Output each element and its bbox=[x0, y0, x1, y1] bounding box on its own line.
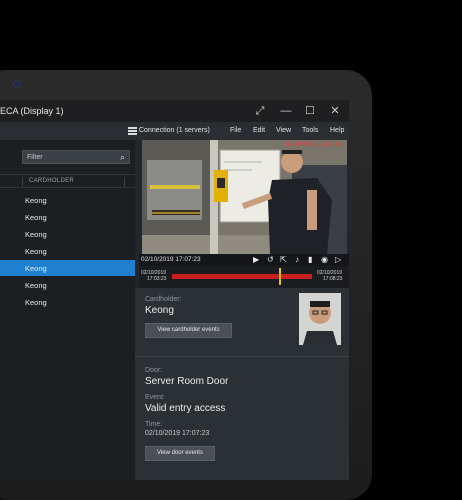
audio-icon[interactable]: ♪ bbox=[295, 255, 299, 264]
event-time: 02/10/2019 17:07:23 bbox=[145, 430, 210, 437]
maximize-icon[interactable]: ☐ bbox=[303, 104, 317, 118]
timeline-track[interactable] bbox=[172, 274, 312, 279]
menu-file[interactable]: File bbox=[230, 127, 241, 134]
table-row[interactable]: Keong bbox=[0, 226, 135, 242]
cardholder-name: Keong bbox=[25, 230, 47, 239]
table-row[interactable]: Keong bbox=[0, 277, 135, 293]
event-label: Event: bbox=[145, 394, 165, 401]
filter-input[interactable]: Filter ⌕ bbox=[22, 150, 130, 164]
column-header-cardholder[interactable]: CARDHOLDER bbox=[29, 178, 74, 184]
bookmark-icon[interactable]: ▮ bbox=[308, 255, 312, 264]
camera-scene bbox=[142, 140, 347, 254]
close-icon[interactable]: ✕ bbox=[328, 104, 342, 118]
view-cardholder-events-button[interactable]: View cardholder events bbox=[145, 323, 232, 338]
table-row[interactable]: Keong bbox=[0, 294, 135, 310]
cardholder-name: Keong bbox=[25, 298, 47, 307]
column-divider bbox=[22, 177, 23, 187]
playback-datetime: 02/10/2019 17:07:23 bbox=[141, 256, 201, 263]
table-row[interactable]: Keong bbox=[0, 192, 135, 208]
menu-help[interactable]: Help bbox=[330, 127, 344, 134]
timeline[interactable]: 02/10/2019 17:03:23 02/10/2019 17:08:23 bbox=[139, 266, 349, 288]
view-door-events-button[interactable]: View door events bbox=[145, 446, 215, 461]
connection-status[interactable]: Connection (1 servers) bbox=[139, 127, 210, 134]
search-icon[interactable]: ⌕ bbox=[120, 152, 125, 163]
fullscreen-icon[interactable]: ⤢ bbox=[253, 104, 267, 118]
stack-icon bbox=[128, 127, 137, 137]
timeline-end-time: 17:08:23 bbox=[323, 276, 343, 282]
video-mode-icon[interactable]: ▷ bbox=[335, 255, 341, 264]
webcam-icon bbox=[14, 81, 20, 87]
snapshot-icon[interactable]: ◉ bbox=[321, 255, 328, 264]
timeline-cursor[interactable] bbox=[279, 268, 281, 285]
table-header: CARDHOLDER bbox=[0, 174, 135, 188]
door-name: Server Room Door bbox=[145, 376, 229, 387]
cardholder-photo bbox=[299, 293, 341, 345]
timeline-start: 02/10/2019 17:03:23 bbox=[141, 270, 166, 282]
table-row-selected[interactable]: Keong bbox=[0, 260, 135, 276]
menu-view[interactable]: View bbox=[276, 127, 291, 134]
app-window: ECA (Display 1) ⤢ — ☐ ✕ Connection (1 se… bbox=[0, 100, 349, 480]
menu-edit[interactable]: Edit bbox=[253, 127, 265, 134]
filter-placeholder: Filter bbox=[27, 154, 43, 161]
cardholder-name: Keong bbox=[25, 196, 47, 205]
playback-controls: 02/10/2019 17:07:23 ▶ ↺ ⇱ ♪ ▮ ◉ ▷ bbox=[139, 254, 349, 266]
window-title: ECA (Display 1) bbox=[0, 106, 64, 116]
cardholder-name: Keong bbox=[25, 281, 47, 290]
playback-time: 17:07:23 bbox=[175, 256, 201, 263]
video-feed[interactable]: 02/10/2019 17:07:24 bbox=[142, 140, 347, 254]
table-row[interactable]: Keong bbox=[0, 243, 135, 259]
minimize-icon[interactable]: — bbox=[279, 104, 293, 118]
table-row[interactable]: Keong bbox=[0, 209, 135, 225]
cardholder-label: Cardholder: bbox=[145, 296, 182, 303]
menu-bar: Connection (1 servers) File Edit View To… bbox=[0, 122, 349, 140]
timeline-end: 02/10/2019 17:08:23 bbox=[317, 270, 342, 282]
title-bar: ECA (Display 1) ⤢ — ☐ ✕ bbox=[0, 100, 349, 122]
event-details: Cardholder: Keong View cardholder events… bbox=[135, 288, 349, 480]
playback-date: 02/10/2019 bbox=[141, 256, 174, 263]
rewind-icon[interactable]: ↺ bbox=[267, 255, 274, 264]
timeline-start-time: 17:03:23 bbox=[147, 276, 167, 282]
cardholder-name: Keong bbox=[25, 213, 47, 222]
play-icon[interactable]: ▶ bbox=[253, 255, 259, 264]
column-divider bbox=[124, 177, 125, 187]
cardholder-name: Keong bbox=[145, 305, 174, 316]
cardholder-name: Keong bbox=[25, 247, 47, 256]
menu-tools[interactable]: Tools bbox=[302, 127, 318, 134]
cardholder-panel: Filter ⌕ CARDHOLDER Keong Keong Keong Ke… bbox=[0, 140, 135, 480]
cardholder-name: Keong bbox=[25, 264, 47, 273]
section-divider bbox=[135, 356, 349, 357]
expand-icon[interactable]: ⇱ bbox=[280, 255, 287, 264]
event-name: Valid entry access bbox=[145, 403, 226, 414]
time-label: Time: bbox=[145, 421, 163, 428]
door-label: Door: bbox=[145, 367, 163, 374]
video-timestamp: 02/10/2019 17:07:24 bbox=[285, 142, 341, 148]
